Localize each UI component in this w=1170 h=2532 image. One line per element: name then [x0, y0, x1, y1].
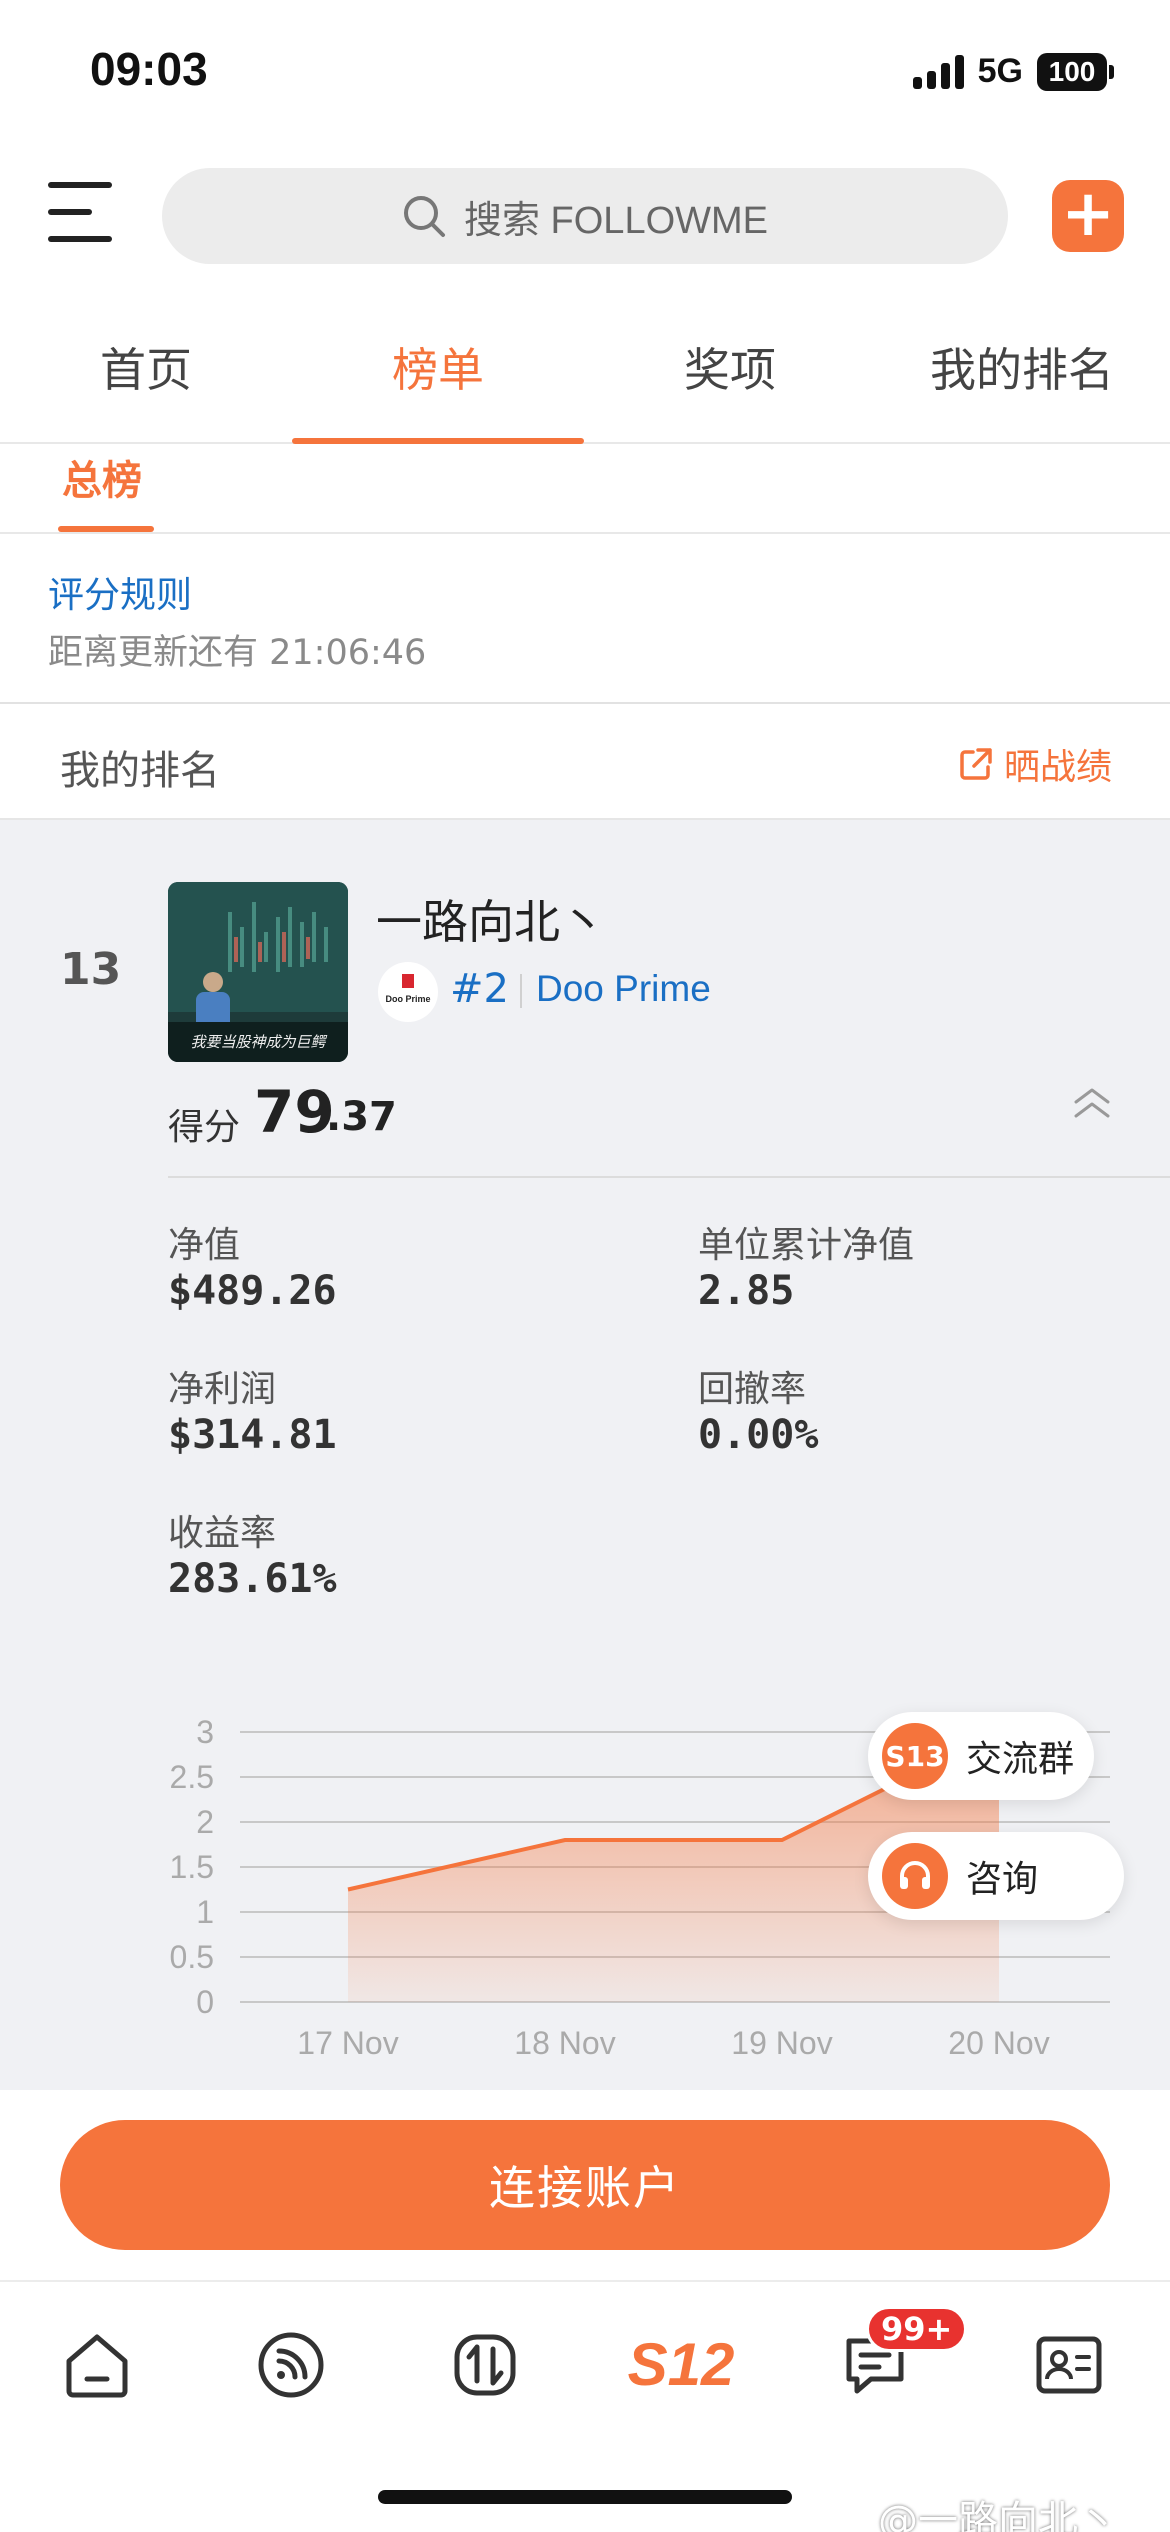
subtab-overall[interactable]: 总榜 [62, 448, 142, 506]
y-tick-label: 0 [196, 1984, 214, 2020]
broker-logo-text: Doo Prime [385, 994, 430, 1004]
update-countdown: 距离更新还有 21:06:46 [48, 633, 427, 673]
signal-icon [912, 54, 964, 89]
score-decimal: .37 [326, 1094, 397, 1140]
avatar-caption: 我要当股神成为巨鳄 [190, 1033, 327, 1051]
net-value-label: 净值 [168, 1225, 241, 1266]
y-tick-label: 2.5 [170, 1759, 214, 1795]
separator [520, 974, 522, 1008]
group-chat-button[interactable]: S13 交流群 [868, 1712, 1095, 1800]
tab-home[interactable]: 首页 [0, 300, 292, 442]
home-indicator [378, 2490, 792, 2504]
divider [168, 1176, 1170, 1178]
x-tick-label: 18 Nov [514, 2025, 615, 2061]
broker-name[interactable]: Doo Prime [536, 968, 711, 1010]
share-label: 晒战绩 [1003, 747, 1112, 788]
net-profit: $314.81 [168, 1412, 337, 1458]
nav-feed-icon[interactable] [246, 2320, 336, 2410]
nav-trade-icon[interactable] [440, 2320, 530, 2410]
headset-icon [882, 1843, 948, 1909]
yield-label: 收益率 [168, 1513, 277, 1554]
search-placeholder: 搜索 FOLLOWME [463, 199, 769, 242]
share-results-button[interactable]: 晒战绩 [958, 738, 1112, 790]
tab-my-ranking[interactable]: 我的排名 [876, 300, 1168, 442]
y-tick-label: 0.5 [170, 1939, 214, 1975]
battery-tip [1109, 64, 1114, 79]
divider [0, 702, 1170, 704]
menu-icon[interactable] [48, 182, 112, 242]
s12-label: S12 [628, 2331, 735, 2398]
consult-label: 咨询 [966, 1859, 1039, 1900]
add-button[interactable]: + [1052, 180, 1124, 252]
consult-button[interactable]: 咨询 [868, 1832, 1124, 1920]
yield: 283.61% [168, 1556, 337, 1602]
tab-awards[interactable]: 奖项 [584, 300, 876, 442]
x-tick-label: 17 Nov [297, 2025, 398, 2061]
y-tick-label: 3 [196, 1714, 214, 1750]
divider [0, 532, 1170, 534]
connect-account-button[interactable]: 连接账户 [60, 2120, 1110, 2250]
share-icon [960, 748, 992, 780]
nav-s12-icon[interactable]: S12 [626, 2320, 736, 2410]
unit-nav-label: 单位累计净值 [698, 1225, 915, 1266]
rank-number: 13 [60, 944, 122, 995]
broker-logo: Doo Prime [378, 962, 438, 1022]
broker-rank: #2 [450, 966, 509, 1012]
tab-leaderboard[interactable]: 榜单 [292, 300, 584, 444]
watermark: @一路向北丶 [878, 2498, 1118, 2532]
y-tick-label: 1 [196, 1894, 214, 1930]
network-type: 5G [977, 52, 1023, 90]
score-integer: 79 [254, 1078, 335, 1146]
y-tick-label: 2 [196, 1804, 214, 1840]
status-indicators: 5G 100 [912, 52, 1114, 91]
nav-home-icon[interactable] [52, 2320, 142, 2410]
s13-icon: S13 [882, 1723, 948, 1789]
x-tick-label: 19 Nov [731, 2025, 832, 2061]
my-rank-title: 我的排名 [60, 748, 220, 794]
search-icon [403, 196, 445, 237]
drawdown-label: 回撤率 [698, 1369, 807, 1410]
net-value: $489.26 [168, 1268, 337, 1314]
scoring-rules-link[interactable]: 评分规则 [48, 566, 192, 618]
y-tick-label: 1.5 [170, 1849, 214, 1885]
group-chat-label: 交流群 [966, 1739, 1075, 1780]
x-tick-label: 20 Nov [948, 2025, 1049, 2061]
drawdown: 0.00% [698, 1412, 819, 1458]
net-profit-label: 净利润 [168, 1369, 277, 1410]
username[interactable]: 一路向北丶 [376, 886, 606, 952]
unread-badge: 99+ [866, 2306, 968, 2352]
nav-profile-card-icon[interactable] [1024, 2320, 1114, 2410]
chevron-up-icon[interactable] [1070, 1086, 1114, 1126]
unit-nav: 2.85 [698, 1268, 795, 1314]
battery-icon: 100 [1037, 52, 1107, 91]
score-label: 得分 [168, 1107, 241, 1148]
main-tabs: 首页 榜单 奖项 我的排名 [0, 300, 1170, 444]
search-bar[interactable]: 搜索 FOLLOWME [162, 168, 1008, 264]
status-time: 09:03 [90, 43, 208, 95]
avatar[interactable]: 我要当股神成为巨鳄 [168, 882, 348, 1062]
